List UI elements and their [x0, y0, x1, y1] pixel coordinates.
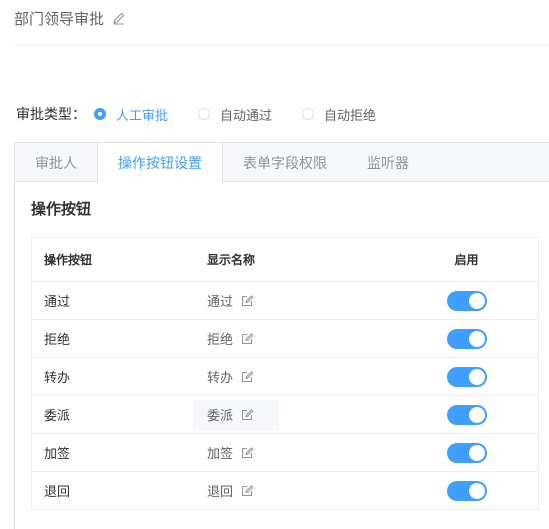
display-name-text: 退回 [207, 485, 234, 500]
radio-label: 人工审批 [116, 108, 169, 124]
enabled-cell [395, 442, 538, 463]
radio-label: 自动通过 [220, 108, 273, 124]
enable-switch[interactable] [446, 328, 487, 349]
enable-switch[interactable] [446, 442, 487, 463]
enable-switch[interactable] [446, 366, 487, 387]
radio-auto-pass[interactable]: 自动通过 [198, 105, 272, 124]
display-name-text: 通过 [207, 295, 234, 310]
edit-icon[interactable] [241, 294, 254, 307]
table-row: 转办 转办 [32, 358, 538, 396]
display-name-editable[interactable]: 退回 [193, 476, 258, 506]
enabled-cell [395, 366, 538, 387]
tab-operation-buttons[interactable]: 操作按钮设置 [97, 143, 223, 182]
table-row: 退回 退回 [32, 472, 538, 510]
button-name: 加签 [44, 447, 71, 462]
section-title: 操作按钮 [31, 200, 92, 218]
switch-knob [468, 444, 485, 461]
switch-knob [468, 330, 485, 347]
display-name-editable[interactable]: 通过 [193, 286, 258, 316]
button-name: 通过 [44, 295, 71, 310]
operation-buttons-table: 操作按钮 显示名称 启用 通过 通过 拒绝 拒绝 转办 转办 委派 委派 加签 … [31, 237, 539, 510]
display-name-cell: 退回 [195, 476, 395, 506]
enable-switch[interactable] [446, 290, 487, 311]
edit-icon[interactable] [241, 408, 254, 421]
display-name-editable[interactable]: 加签 [193, 438, 258, 468]
approval-type-label: 审批类型： [16, 107, 86, 123]
radio-manual-approval[interactable]: 人工审批 [94, 105, 168, 124]
display-name-cell: 转办 [195, 362, 395, 392]
table-row: 拒绝 拒绝 [32, 320, 538, 358]
approval-type-group: 审批类型： 人工审批 自动通过 自动拒绝 [16, 103, 406, 125]
tab-approver[interactable]: 审批人 [15, 143, 97, 182]
edit-icon[interactable] [241, 370, 254, 383]
display-name-text: 委派 [207, 409, 234, 424]
tab-listeners[interactable]: 监听器 [347, 143, 429, 182]
display-name-editable[interactable]: 委派 [193, 399, 279, 430]
radio-label: 自动拒绝 [324, 108, 377, 124]
header-divider [14, 44, 549, 45]
table-row: 委派 委派 [32, 396, 538, 434]
radio-auto-reject[interactable]: 自动拒绝 [302, 105, 376, 124]
table-header: 操作按钮 显示名称 启用 [32, 238, 538, 282]
enabled-cell [395, 404, 538, 425]
column-header-display: 显示名称 [207, 253, 256, 267]
button-name: 退回 [44, 485, 71, 500]
page-title: 部门领导审批 [14, 9, 105, 28]
switch-knob [468, 406, 485, 423]
display-name-cell: 委派 [193, 399, 395, 430]
enabled-cell [395, 290, 538, 311]
switch-knob [468, 368, 485, 385]
button-name: 拒绝 [44, 333, 71, 348]
display-name-text: 拒绝 [207, 333, 234, 348]
table-row: 通过 通过 [32, 282, 538, 320]
radio-dot [302, 108, 315, 120]
display-name-cell: 加签 [195, 438, 395, 468]
page-header: 部门领导审批 [14, 6, 126, 30]
table-row: 加签 加签 [32, 434, 538, 472]
column-header-button: 操作按钮 [44, 253, 93, 267]
enable-switch[interactable] [446, 404, 487, 425]
display-name-text: 转办 [207, 371, 234, 386]
switch-knob [468, 482, 485, 499]
enabled-cell [395, 480, 538, 501]
enable-switch[interactable] [446, 480, 487, 501]
display-name-cell: 拒绝 [195, 324, 395, 354]
radio-dot [94, 108, 106, 120]
button-name: 转办 [44, 371, 71, 386]
edit-icon[interactable] [241, 446, 254, 459]
column-header-enabled: 启用 [454, 253, 479, 267]
tab-form-permissions[interactable]: 表单字段权限 [223, 143, 347, 182]
display-name-text: 加签 [207, 447, 234, 462]
tab-bar: 审批人 操作按钮设置 表单字段权限 监听器 [15, 143, 549, 182]
radio-dot [198, 108, 211, 120]
tabs-card: 审批人 操作按钮设置 表单字段权限 监听器 操作按钮 操作按钮 显示名称 启用 … [14, 142, 549, 529]
edit-icon[interactable] [241, 484, 254, 497]
display-name-editable[interactable]: 拒绝 [193, 324, 258, 354]
edit-icon[interactable] [241, 332, 254, 345]
display-name-cell: 通过 [195, 286, 395, 316]
button-name: 委派 [44, 409, 71, 424]
switch-knob [468, 292, 485, 309]
edit-title-icon[interactable] [112, 11, 126, 25]
enabled-cell [395, 328, 538, 349]
display-name-editable[interactable]: 转办 [193, 362, 258, 392]
